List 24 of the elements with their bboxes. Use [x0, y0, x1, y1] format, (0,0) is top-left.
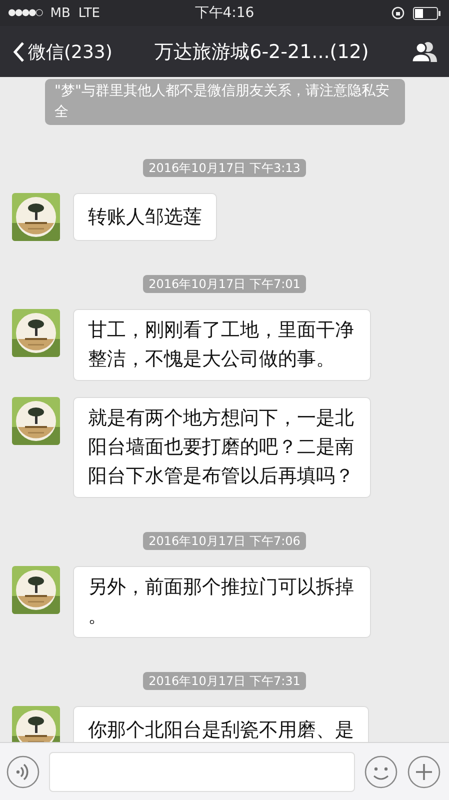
message-input-field[interactable]: [49, 752, 355, 792]
system-notice: "梦"与群里其他人都不是微信朋友关系，请注意隐私安全: [44, 79, 404, 125]
voice-icon[interactable]: [6, 754, 40, 788]
clock-time: 下午4:16: [194, 4, 254, 22]
timestamp: 2016年10月17日 下午3:13: [142, 159, 306, 177]
message-bubble: 就是有两个地方想问下，一是北阳台墙面也要打磨的吧？二是南阳台下水管是布管以后再填吗？: [73, 397, 371, 498]
carrier-label: MB: [50, 6, 70, 20]
rotation-lock-icon: [390, 6, 405, 20]
battery-icon: [412, 6, 441, 20]
group-members-icon[interactable]: [411, 40, 439, 62]
network-label: LTE: [78, 6, 100, 20]
timestamp: 2016年10月17日 下午7:06: [142, 532, 306, 550]
message-bubble: 另外，前面那个推拉门可以拆掉。: [73, 566, 371, 638]
plus-icon[interactable]: [407, 754, 441, 788]
timestamp: 2016年10月17日 下午7:01: [142, 275, 306, 293]
message-bubble: 你那个北阳台是刮瓷不用磨、是: [73, 706, 369, 742]
message-bubble: 转账人邹选莲: [73, 193, 217, 241]
message-bubble: 甘工，刚刚看了工地，里面干净整洁，不愧是大公司做的事。: [73, 309, 371, 381]
signal-dots: ●●●●○: [8, 8, 42, 18]
back-button[interactable]: 微信(233): [12, 40, 112, 64]
chat-title: 万达旅游城6-2-21...(12): [154, 40, 370, 64]
timestamp: 2016年10月17日 下午7:31: [142, 672, 306, 690]
back-icon[interactable]: [12, 40, 25, 62]
emoji-icon[interactable]: [364, 754, 398, 788]
